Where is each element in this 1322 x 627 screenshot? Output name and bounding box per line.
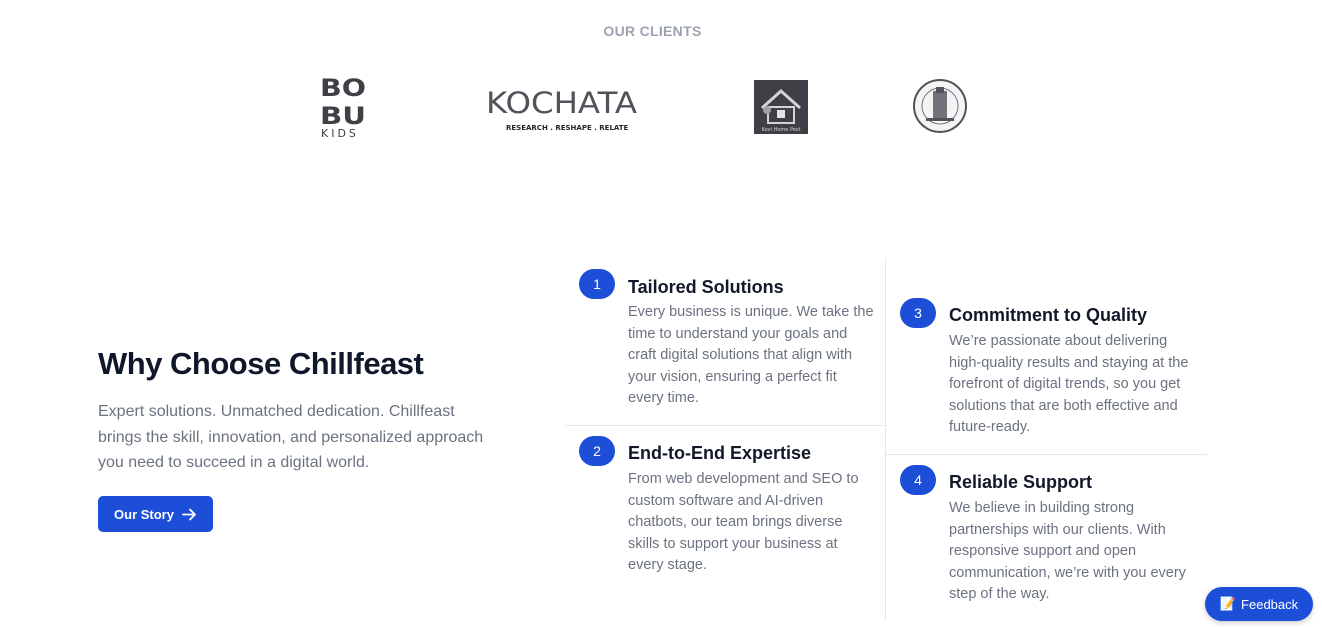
feedback-label: Feedback [1241,596,1299,612]
bobu-logo-sub: KIDS [321,127,359,140]
feature-title: Tailored Solutions [628,277,784,297]
why-choose-description: Expert solutions. Unmatched dedication. … [98,403,484,471]
feature-description: From web development and SEO to custom s… [628,471,859,574]
features-vertical-divider [885,258,886,620]
features-divider-right [886,454,1207,455]
kovi-logo-caption: Kovi Home Pest [762,127,801,133]
our-story-button[interactable]: Our Story [98,496,213,532]
kochata-logo-word: KOCHATA [486,86,637,120]
kochata-logo-tagline: RESEARCH . RESHAPE . RELATE [506,124,629,132]
feedback-button[interactable]: 📝 Feedback [1205,587,1313,621]
bobu-logo-line2: BU [320,102,366,130]
kochata-logo: KOCHATA RESEARCH . RESHAPE . RELATE [486,86,637,132]
bobu-kids-logo: BO BU KIDS [320,76,366,140]
kovi-home-pest-logo: Kovi Home Pest [754,80,808,134]
feature-description: We believe in building strong partnershi… [949,500,1186,603]
memo-icon: 📝 [1219,596,1237,611]
features-divider-left [565,425,885,426]
our-story-label: Our Story [114,506,174,522]
feature-description: Every business is unique. We take the ti… [628,304,874,407]
feature-number-badge: 4 [900,465,936,495]
clients-section-title: OUR CLIENTS [603,23,702,39]
feature-description: We’re passionate about delivering high-q… [949,333,1189,436]
feature-number-badge: 1 [579,269,615,299]
bobu-logo-line1: BO [320,76,366,102]
feature-number-badge: 3 [900,298,936,328]
arrow-right-icon [182,508,196,520]
feature-title: End-to-End Expertise [628,443,812,463]
feature-number-badge: 2 [579,436,615,466]
feature-title: Commitment to Quality [949,305,1148,325]
feature-title: Reliable Support [949,472,1093,492]
government-seal-logo [913,79,967,133]
why-choose-title: Why Choose Chillfeast [98,346,424,381]
